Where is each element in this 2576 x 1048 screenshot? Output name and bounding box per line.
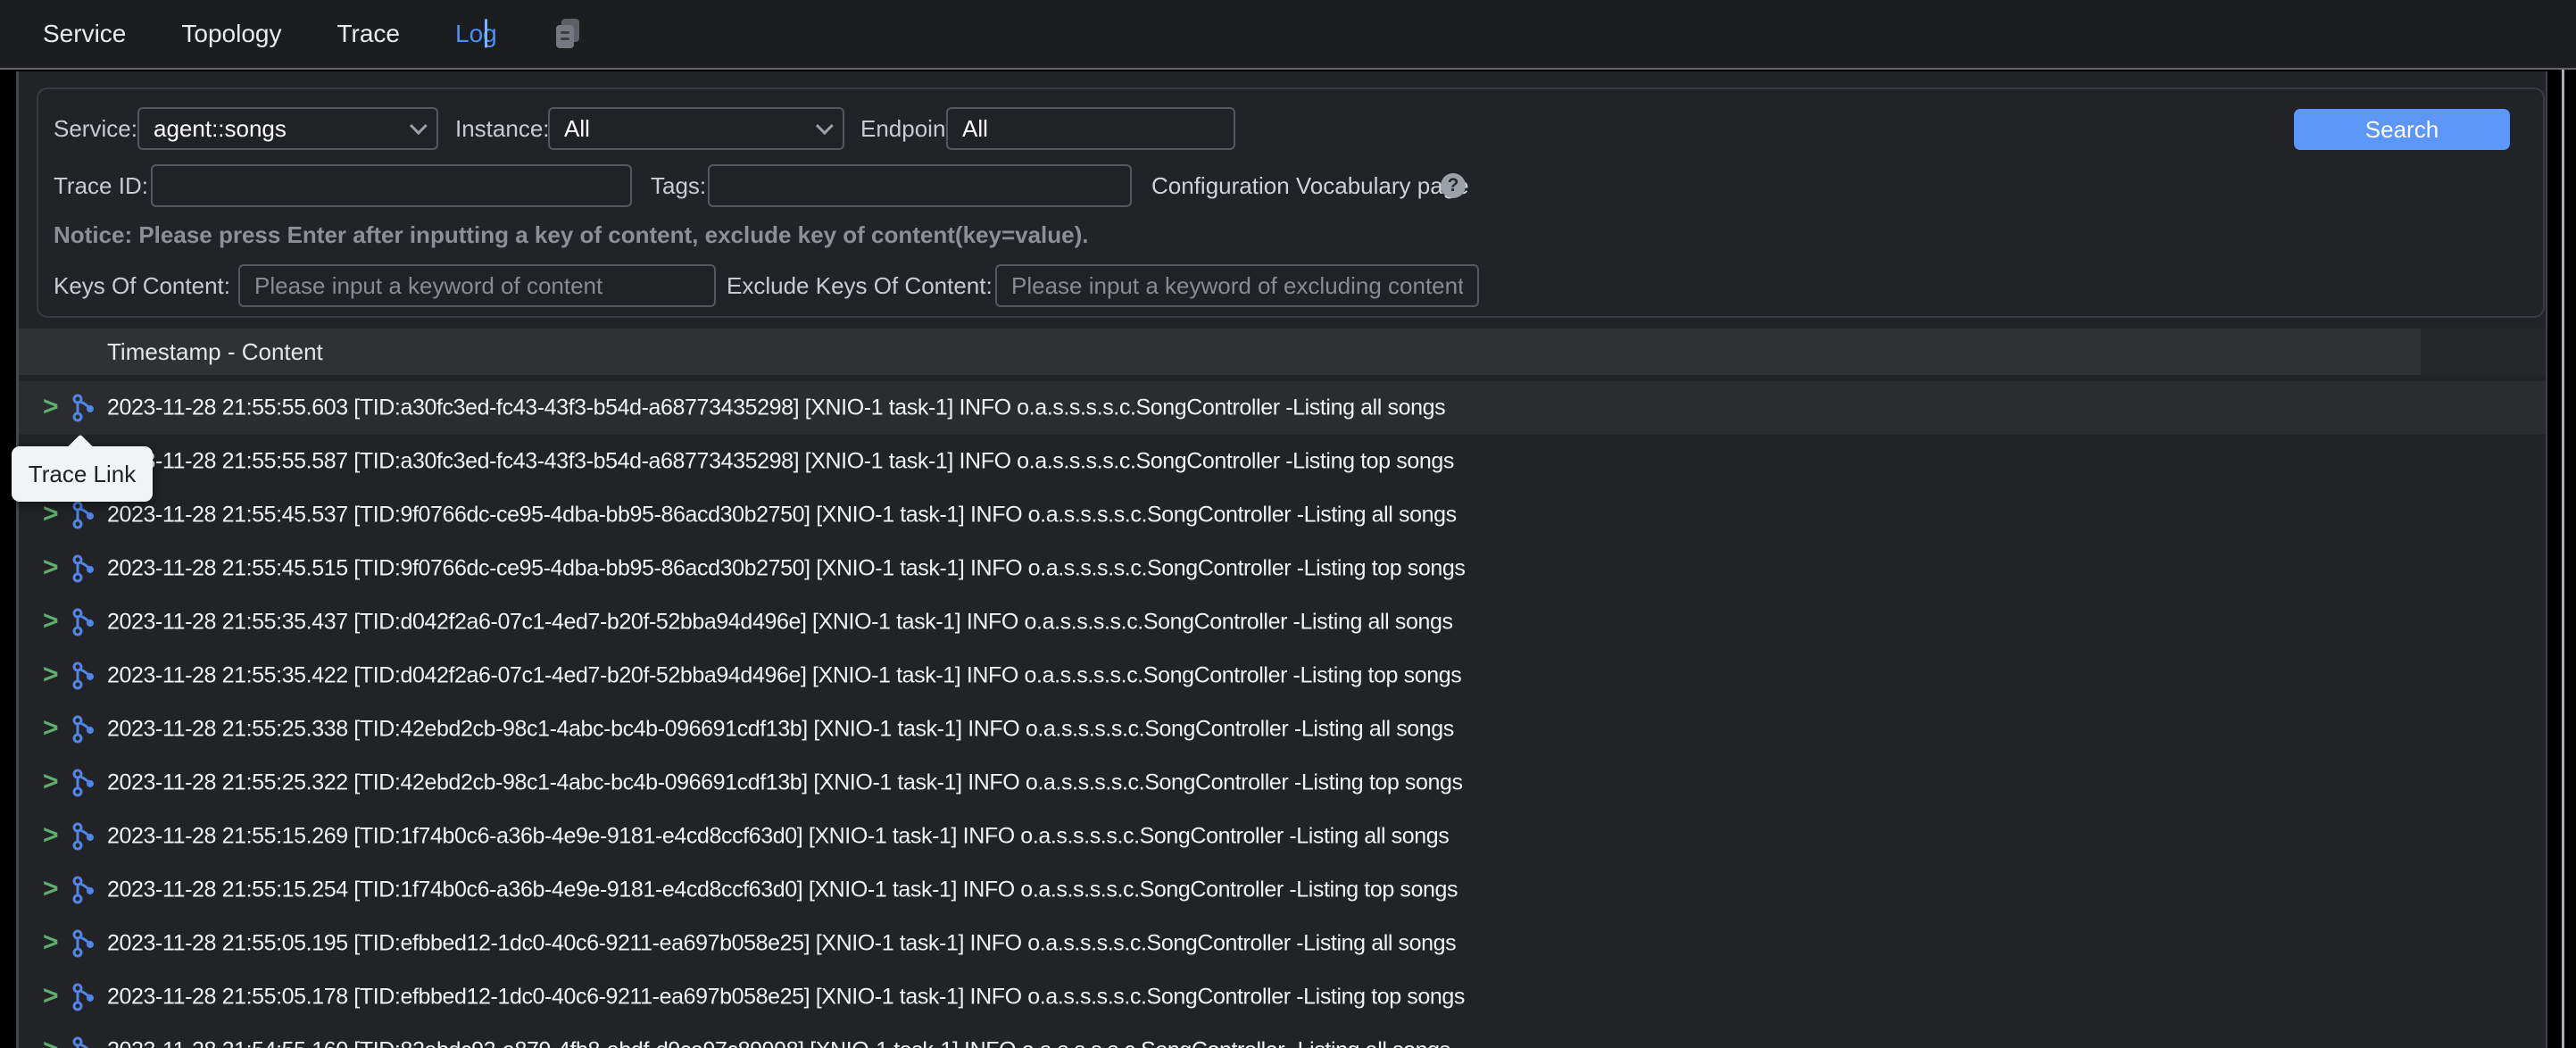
- log-row[interactable]: > 2023-11-28 21:55:55.603 [TID:a30fc3ed-…: [19, 381, 2546, 435]
- trace-id-label: Trace ID:: [54, 164, 148, 207]
- trace-link-icon[interactable]: [71, 929, 96, 958]
- log-row[interactable]: > 2023-11-28 21:55:55.587 [TID:a30fc3ed-…: [19, 435, 2546, 488]
- endpoint-label: Endpoint:: [860, 107, 959, 150]
- log-row[interactable]: > 2023-11-28 21:55:05.178 [TID:efbbed12-…: [19, 970, 2546, 1024]
- trace-link-icon[interactable]: [71, 554, 96, 583]
- help-icon[interactable]: ?: [1441, 173, 1466, 198]
- trace-link-icon[interactable]: [71, 822, 96, 851]
- trace-link-icon[interactable]: [71, 1036, 96, 1048]
- log-text: 2023-11-28 21:55:15.269 [TID:1f74b0c6-a3…: [107, 824, 1449, 850]
- expand-arrow-icon[interactable]: >: [43, 554, 59, 581]
- configuration-vocabulary-link[interactable]: Configuration Vocabulary page: [1151, 164, 1469, 207]
- trace-link-icon[interactable]: [71, 661, 96, 690]
- expand-arrow-icon[interactable]: >: [43, 983, 59, 1010]
- endpoint-input[interactable]: [946, 107, 1235, 150]
- notice-text: Notice: Please press Enter after inputti…: [54, 221, 1089, 249]
- tags-label: Tags:: [651, 164, 706, 207]
- instance-select[interactable]: All: [548, 107, 844, 150]
- expand-arrow-icon[interactable]: >: [43, 501, 59, 528]
- expand-arrow-icon[interactable]: >: [43, 394, 59, 420]
- log-text: 2023-11-28 21:55:45.515 [TID:9f0766dc-ce…: [107, 556, 1465, 582]
- expand-arrow-icon[interactable]: >: [43, 822, 59, 849]
- log-text: 2023-11-28 21:55:45.537 [TID:9f0766dc-ce…: [107, 503, 1457, 528]
- log-row[interactable]: > 2023-11-28 21:55:35.437 [TID:d042f2a6-…: [19, 595, 2546, 649]
- trace-link-icon[interactable]: [71, 983, 96, 1011]
- expand-arrow-icon[interactable]: >: [43, 876, 59, 902]
- tooltip-text: Trace Link: [29, 461, 136, 488]
- log-table-header: Timestamp - Content: [19, 329, 2546, 375]
- instance-select-value: All: [564, 115, 590, 143]
- trace-link-icon[interactable]: [71, 769, 96, 797]
- log-row[interactable]: > 2023-11-28 21:55:45.515 [TID:9f0766dc-…: [19, 542, 2546, 595]
- nav-item-service[interactable]: Service: [43, 20, 126, 48]
- exclude-keys-input[interactable]: [995, 264, 1479, 307]
- trace-link-icon[interactable]: [71, 715, 96, 744]
- expand-arrow-icon[interactable]: >: [43, 715, 59, 742]
- filter-panel: Service: agent::songs Instance: All Endp…: [37, 87, 2545, 318]
- log-text: 2023-11-28 21:55:35.437 [TID:d042f2a6-07…: [107, 610, 1453, 636]
- log-text: 2023-11-28 21:55:35.422 [TID:d042f2a6-07…: [107, 663, 1461, 689]
- expand-arrow-icon[interactable]: >: [43, 1036, 59, 1048]
- scrollbar[interactable]: [2562, 0, 2564, 1048]
- log-text: 2023-11-28 21:55:55.603 [TID:a30fc3ed-fc…: [107, 395, 1445, 421]
- nav-item-log[interactable]: Log: [455, 20, 497, 48]
- expand-arrow-icon[interactable]: >: [43, 769, 59, 795]
- log-row[interactable]: > 2023-11-28 21:55:05.195 [TID:efbbed12-…: [19, 917, 2546, 970]
- chevron-down-icon: [816, 117, 834, 135]
- instance-label: Instance:: [455, 107, 550, 150]
- panel-right-border: [2546, 71, 2547, 1048]
- keys-of-content-input[interactable]: [238, 264, 716, 307]
- trace-link-icon[interactable]: [71, 501, 96, 529]
- trace-id-input[interactable]: [151, 164, 632, 207]
- log-row[interactable]: > 2023-11-28 21:55:25.322 [TID:42ebd2cb-…: [19, 756, 2546, 810]
- log-row[interactable]: > 2023-11-28 21:55:15.269 [TID:1f74b0c6-…: [19, 810, 2546, 863]
- log-list: > 2023-11-28 21:55:55.603 [TID:a30fc3ed-…: [19, 381, 2546, 1048]
- text-cursor: [485, 19, 487, 47]
- trace-link-tooltip: Trace Link: [12, 446, 153, 502]
- expand-arrow-icon[interactable]: >: [43, 661, 59, 688]
- trace-link-icon[interactable]: [71, 876, 96, 904]
- service-select-value: agent::songs: [154, 115, 287, 143]
- nav-item-topology[interactable]: Topology: [181, 20, 281, 48]
- log-page: Service Topology Trace Log Service: agen…: [0, 0, 2576, 1048]
- copy-icon[interactable]: [553, 17, 585, 51]
- chevron-down-icon: [410, 117, 428, 135]
- search-button[interactable]: Search: [2294, 109, 2510, 150]
- log-text: 2023-11-28 21:55:05.178 [TID:efbbed12-1d…: [107, 985, 1465, 1011]
- service-label: Service:: [54, 107, 137, 150]
- timestamp-content-header: Timestamp - Content: [19, 329, 2421, 375]
- log-text: 2023-11-28 21:55:25.322 [TID:42ebd2cb-98…: [107, 770, 1463, 796]
- log-row[interactable]: > 2023-11-28 21:55:25.338 [TID:42ebd2cb-…: [19, 703, 2546, 756]
- trace-link-icon[interactable]: [71, 608, 96, 636]
- keys-of-content-label: Keys Of Content:: [54, 264, 230, 307]
- log-row[interactable]: > 2023-11-28 21:55:45.537 [TID:9f0766dc-…: [19, 488, 2546, 542]
- log-text: 2023-11-28 21:55:55.587 [TID:a30fc3ed-fc…: [107, 449, 1454, 475]
- log-text: 2023-11-28 21:54:55.160 [TID:82abdc92-a8…: [107, 1038, 1450, 1048]
- expand-arrow-icon[interactable]: >: [43, 929, 59, 956]
- top-nav: Service Topology Trace Log: [0, 0, 2576, 70]
- trace-link-icon[interactable]: [71, 394, 96, 422]
- exclude-keys-label: Exclude Keys Of Content:: [727, 264, 993, 307]
- log-row[interactable]: > 2023-11-28 21:54:55.160 [TID:82abdc92-…: [19, 1024, 2546, 1048]
- log-text: 2023-11-28 21:55:25.338 [TID:42ebd2cb-98…: [107, 717, 1454, 743]
- nav-item-trace[interactable]: Trace: [337, 20, 400, 48]
- log-text: 2023-11-28 21:55:15.254 [TID:1f74b0c6-a3…: [107, 877, 1458, 903]
- service-select[interactable]: agent::songs: [137, 107, 438, 150]
- tags-input[interactable]: [708, 164, 1132, 207]
- log-text: 2023-11-28 21:55:05.195 [TID:efbbed12-1d…: [107, 931, 1456, 957]
- log-row[interactable]: > 2023-11-28 21:55:15.254 [TID:1f74b0c6-…: [19, 863, 2546, 917]
- nav-item-log-label: Log: [455, 20, 497, 47]
- log-row[interactable]: > 2023-11-28 21:55:35.422 [TID:d042f2a6-…: [19, 649, 2546, 703]
- expand-arrow-icon[interactable]: >: [43, 608, 59, 635]
